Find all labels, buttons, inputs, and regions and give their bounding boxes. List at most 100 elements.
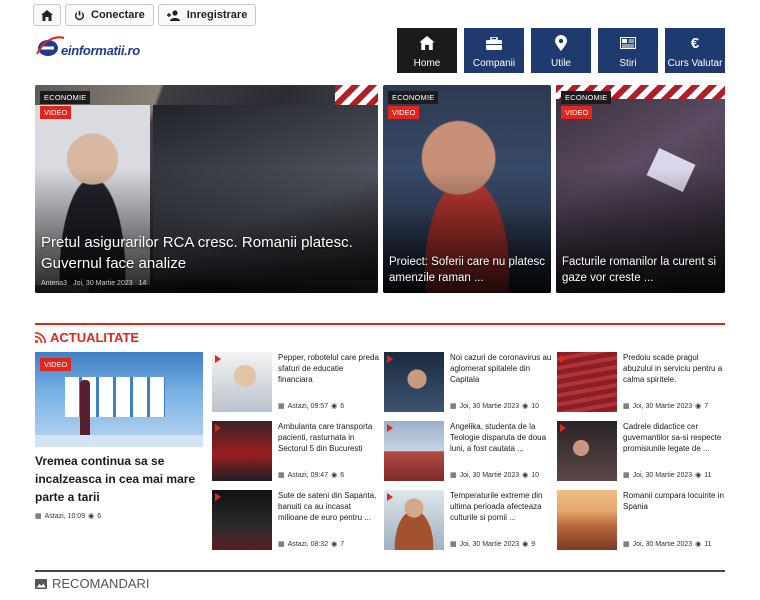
news-card[interactable]: Pepper, robotelul care preda sfaturi de … <box>212 352 380 414</box>
views-text: 6 <box>97 512 102 520</box>
views-text: 11 <box>704 540 712 548</box>
date-text: Astazi, 08:32 <box>287 540 329 548</box>
hero-meta-1: Antena3 Joi, 30 Martie 2023 14 <box>41 280 146 287</box>
eye-icon: ◉ <box>88 513 95 520</box>
feature-article[interactable]: VIDEO Vremea continua sa se incalzeasca … <box>35 352 203 520</box>
play-icon <box>215 493 221 501</box>
nav-home[interactable]: Home <box>397 28 457 73</box>
nav-utile-label: Utile <box>550 58 571 69</box>
eye-icon: ◉ <box>522 472 529 479</box>
connect-label: Conectare <box>91 9 145 21</box>
euro-icon: € <box>690 34 700 52</box>
date-text: Joi, 30 Martie 2023 <box>632 471 693 479</box>
calendar-icon: ▦ <box>450 472 457 479</box>
eye-icon: ◉ <box>522 403 529 410</box>
date-text: Joi, 30 Martie 2023 <box>632 402 693 410</box>
date-text: Joi, 30 Martie 2023 <box>632 540 693 548</box>
card-title[interactable]: Angelika, studenta de la Teologie dispar… <box>450 421 552 455</box>
views-text: 11 <box>704 471 712 479</box>
power-icon <box>74 10 85 20</box>
news-card[interactable]: Cadrele didactice cer guvernantilor sa-s… <box>557 421 725 483</box>
hero-article-1[interactable]: ECONOMIE VIDEO Pretul asigurarilor RCA c… <box>35 85 378 293</box>
hero-title-1[interactable]: Pretul asigurarilor RCA cresc. Romanii p… <box>41 232 372 276</box>
card-title[interactable]: Cadrele didactice cer guvernantilor sa-s… <box>623 421 725 455</box>
hero-title-3[interactable]: Facturile romanilor la curent si gaze vo… <box>562 254 719 287</box>
card-thumbnail <box>384 421 444 481</box>
date-text: Joi, 30 Martie 2023 <box>459 540 520 548</box>
card-title[interactable]: Pepper, robotelul care preda sfaturi de … <box>278 352 380 386</box>
news-card[interactable]: Sute de sateni din Sapanta, banuiti ca a… <box>212 490 380 552</box>
nav-companii[interactable]: Companii <box>464 28 524 73</box>
views-text: 10 <box>531 471 540 479</box>
eye-icon: ◉ <box>695 541 702 548</box>
news-card[interactable]: Angelika, studenta de la Teologie dispar… <box>384 421 552 483</box>
eye-icon: ◉ <box>331 403 338 410</box>
views-text: 6 <box>340 402 345 410</box>
nav-companii-label: Companii <box>472 58 516 69</box>
date-text: Joi, 30 Martie 2023 <box>459 402 520 410</box>
hero-article-3[interactable]: ECONOMIE VIDEO Facturile romanilor la cu… <box>556 85 725 293</box>
calendar-icon: ▦ <box>623 541 630 548</box>
nav-curs-valutar[interactable]: € Curs Valutar <box>665 28 725 73</box>
image-icon <box>35 578 47 589</box>
register-button[interactable]: Inregistrare <box>157 4 257 26</box>
date-text: Joi, 30 Martie 2023 <box>73 280 133 287</box>
category-badge[interactable]: ECONOMIE <box>388 91 439 104</box>
nav-utile[interactable]: Utile <box>531 28 591 73</box>
card-title[interactable]: Noi cazuri de coronavirus au aglomerat s… <box>450 352 552 386</box>
card-title[interactable]: Predoiu scade pragul abuzului in servici… <box>623 352 725 386</box>
date-text: Astazi, 10:09 <box>44 512 86 520</box>
card-thumbnail <box>212 421 272 481</box>
section-title[interactable]: ACTUALITATE <box>35 330 139 345</box>
play-icon <box>387 493 393 501</box>
site-logo[interactable]: einformatii.ro <box>35 34 140 60</box>
news-card[interactable]: Temperaturile extreme din ultima perioad… <box>384 490 552 552</box>
card-title[interactable]: Temperaturile extreme din ultima perioad… <box>450 490 552 524</box>
views-text: 7 <box>704 402 709 410</box>
top-bar: Conectare Inregistrare <box>33 4 257 26</box>
card-title[interactable]: Ambulanta care transporta pacienti, rast… <box>278 421 380 455</box>
nav-stiri[interactable]: Stiri <box>598 28 658 73</box>
calendar-icon: ▦ <box>278 541 285 548</box>
source-text: Antena3 <box>41 280 68 287</box>
add-user-icon <box>166 9 180 21</box>
briefcase-icon <box>486 36 502 50</box>
connect-button[interactable]: Conectare <box>65 4 154 26</box>
date-text: Astazi, 09:47 <box>287 471 329 479</box>
card-title[interactable]: Sute de sateni din Sapanta, banuiti ca a… <box>278 490 380 524</box>
card-thumbnail <box>212 352 272 412</box>
recommend-title[interactable]: RECOMANDARI <box>35 576 150 591</box>
play-icon <box>215 424 221 432</box>
card-thumbnail <box>212 490 272 550</box>
calendar-icon: ▦ <box>623 472 630 479</box>
calendar-icon: ▦ <box>278 472 285 479</box>
logo-text: einformatii.ro <box>61 43 140 58</box>
card-thumbnail <box>384 490 444 550</box>
feature-image: VIDEO <box>35 352 203 447</box>
date-text: Joi, 30 Martie 2023 <box>459 471 520 479</box>
play-icon <box>387 355 393 363</box>
hero-article-2[interactable]: ECONOMIE VIDEO Proiect: Soferii care nu … <box>383 85 551 293</box>
card-thumbnail <box>557 352 617 412</box>
home-icon <box>419 36 435 50</box>
category-badge[interactable]: ECONOMIE <box>561 91 612 104</box>
views-text: 9 <box>531 540 536 548</box>
hero-title-2[interactable]: Proiect: Soferii care nu platesc amenzil… <box>389 254 545 287</box>
news-card[interactable]: Romanii cumpara locuinte in Spania ▦ Joi,… <box>557 490 725 552</box>
play-icon <box>560 424 566 432</box>
card-thumbnail <box>557 490 617 550</box>
feature-title[interactable]: Vremea continua sa se incalzeasca in cea… <box>35 452 203 506</box>
eye-icon: ◉ <box>695 472 702 479</box>
section-title-text: ACTUALITATE <box>50 330 140 345</box>
calendar-icon: ▦ <box>450 403 457 410</box>
home-button[interactable] <box>33 4 61 26</box>
news-card[interactable]: Predoiu scade pragul abuzului in servici… <box>557 352 725 414</box>
views-text: 14 <box>138 280 147 287</box>
news-card[interactable]: Noi cazuri de coronavirus au aglomerat s… <box>384 352 552 414</box>
video-badge: VIDEO <box>40 106 72 119</box>
news-card[interactable]: Ambulanta care transporta pacienti, rast… <box>212 421 380 483</box>
category-badge[interactable]: ECONOMIE <box>40 91 91 104</box>
section-divider <box>35 323 725 325</box>
card-title[interactable]: Romanii cumpara locuinte in Spania <box>623 490 725 512</box>
card-thumbnail <box>384 352 444 412</box>
